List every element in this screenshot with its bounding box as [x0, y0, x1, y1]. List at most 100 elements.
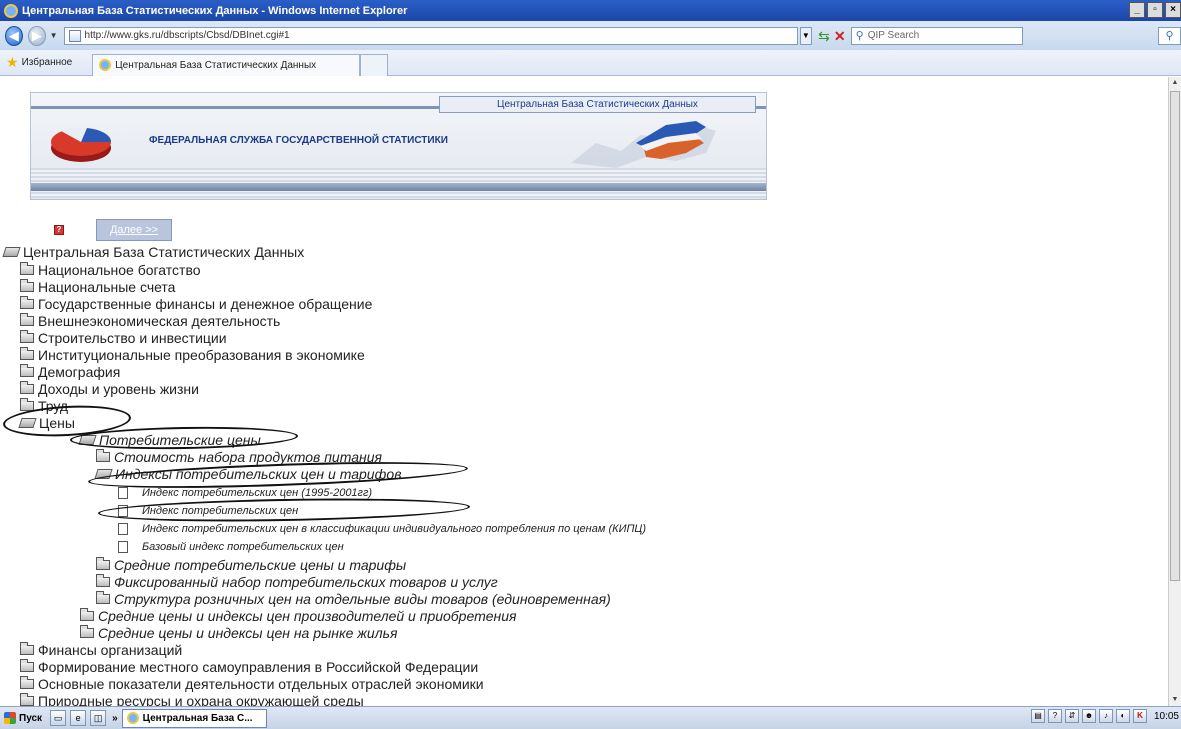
restore-icon[interactable]: ▫: [1147, 2, 1163, 18]
volume-icon[interactable]: ♪: [1098, 709, 1113, 723]
windows-taskbar: Пуск ▭ e ◫ » Центральная База С... ▤ ? ⇵…: [0, 706, 1181, 729]
url-text[interactable]: http://www.gks.ru/dbscripts/Cbsd/DBInet.…: [85, 30, 290, 41]
tree-item[interactable]: Средние потребительские цены и тарифы: [96, 556, 406, 573]
tree-item[interactable]: Индексы потребительских цен и тарифов: [94, 465, 402, 482]
quicklaunch-chevron[interactable]: »: [112, 713, 118, 724]
tree-item[interactable]: Природные ресурсы и охрана окружающей ср…: [20, 692, 364, 706]
folder-icon: [20, 380, 34, 394]
tree-root[interactable]: Центральная База Статистических Данных: [2, 243, 304, 260]
open-folder-icon: [78, 434, 97, 445]
stop-icon[interactable]: ✕: [832, 27, 848, 45]
url-input[interactable]: http://www.gks.ru/dbscripts/Cbsd/DBInet.…: [63, 26, 798, 45]
tree-item[interactable]: Труд: [20, 397, 68, 414]
help-icon[interactable]: ?: [54, 225, 64, 235]
favorites-star-icon[interactable]: ★: [6, 54, 19, 71]
taskbar-ie-window[interactable]: Центральная База С...: [121, 708, 267, 728]
tree-item-label: Базовый индекс потребительских цен: [142, 540, 344, 553]
tree-item[interactable]: Структура розничных цен на отдельные вид…: [96, 590, 611, 607]
show-desktop-icon[interactable]: ▭: [50, 710, 67, 726]
tree-item-label: Средние цены и индексы цен на рынке жиль…: [98, 624, 398, 641]
tree-item[interactable]: Цены: [18, 414, 75, 431]
tree-item[interactable]: Средние цены и индексы цен на рынке жиль…: [80, 624, 397, 641]
open-folder-icon: [94, 468, 113, 479]
refresh-icon[interactable]: ⇆: [816, 27, 832, 45]
tree-item[interactable]: Национальное богатство: [20, 261, 201, 278]
tree-item-label: Индекс потребительских цен (1995-2001гг): [142, 486, 373, 499]
address-toolbar: ◀ ▶ ▼ http://www.gks.ru/dbscripts/Cbsd/D…: [0, 21, 1181, 50]
tree-item-label: Институциональные преобразования в эконо…: [38, 346, 365, 363]
tree-item[interactable]: Потребительские цены: [78, 431, 261, 448]
tree-item[interactable]: Средние цены и индексы цен производителе…: [80, 607, 517, 624]
tree-item-label: Индексы потребительских цен и тарифов: [115, 465, 402, 482]
next-button[interactable]: Далее >>: [96, 219, 172, 241]
tree-item-label: Фиксированный набор потребительских това…: [114, 573, 498, 590]
tree-item-label: Внешнеэкономическая деятельность: [38, 312, 281, 329]
document-icon: [118, 540, 128, 553]
tab-current[interactable]: Центральная База Статистических Данных: [92, 53, 361, 76]
tree-item[interactable]: Базовый индекс потребительских цен: [118, 538, 344, 555]
messenger-icon[interactable]: ☻: [1081, 709, 1096, 723]
ie-quicklaunch-icon[interactable]: e: [70, 710, 87, 726]
banner-title: Центральная База Статистических Данных: [439, 96, 756, 113]
ie-logo-icon: [4, 3, 18, 18]
tree-item[interactable]: Индекс потребительских цен (1995-2001гг): [118, 484, 372, 501]
start-button[interactable]: Пуск: [0, 709, 46, 728]
vertical-scrollbar[interactable]: ▲ ▼: [1168, 77, 1181, 706]
tree-item[interactable]: Фиксированный набор потребительских това…: [96, 573, 498, 590]
search-go-icon[interactable]: ⚲: [1157, 26, 1181, 45]
tree-item[interactable]: Доходы и уровень жизни: [20, 380, 199, 397]
folder-icon: [20, 675, 34, 689]
forward-arrow-icon[interactable]: ▶: [27, 25, 46, 46]
scroll-thumb[interactable]: [1170, 91, 1180, 581]
back-arrow-icon[interactable]: ◀: [5, 25, 23, 46]
security-icon[interactable]: ◐: [1115, 709, 1130, 723]
tree-item[interactable]: Финансы организаций: [20, 641, 182, 658]
system-tray: ▤ ? ⇵ ☻ ♪ ◐ K 10:05: [1030, 709, 1181, 723]
tree-item[interactable]: Основные показатели деятельности отдельн…: [20, 675, 484, 692]
network-icon[interactable]: ⇵: [1064, 709, 1079, 723]
help-tray-icon[interactable]: ?: [1047, 709, 1062, 723]
scroll-up-icon[interactable]: ▲: [1169, 77, 1181, 89]
tree-item[interactable]: Институциональные преобразования в эконо…: [20, 346, 365, 363]
folder-icon: [20, 692, 34, 706]
clock: 10:05: [1153, 710, 1179, 722]
folder-icon: [20, 397, 34, 411]
printer-icon[interactable]: ▤: [1030, 709, 1045, 723]
tree-item-label: Строительство и инвестиции: [38, 329, 227, 346]
task-label: Центральная База С...: [142, 712, 253, 724]
open-folder-icon: [2, 246, 21, 257]
minimize-icon[interactable]: _: [1129, 2, 1145, 18]
scroll-down-icon[interactable]: ▼: [1169, 694, 1181, 706]
folder-icon: [96, 573, 110, 587]
tree-item-label: Средние цены и индексы цен производителе…: [98, 607, 517, 624]
tree-item-label: Труд: [38, 397, 69, 414]
tab-title: Центральная База Статистических Данных: [115, 59, 317, 71]
tree-item[interactable]: Национальные счета: [20, 278, 175, 295]
tree-item[interactable]: Стоимость набора продуктов питания: [96, 448, 382, 465]
folder-icon: [20, 363, 34, 377]
tree-item[interactable]: Демография: [20, 363, 120, 380]
tree-item-label: Потребительские цены: [99, 431, 261, 448]
window-titlebar[interactable]: Центральная База Статистических Данных -…: [0, 0, 1181, 21]
tree-item-label: Средние потребительские цены и тарифы: [114, 556, 407, 573]
folder-icon: [96, 590, 110, 604]
folder-icon: [80, 607, 94, 621]
app-quicklaunch-icon[interactable]: ◫: [90, 710, 107, 726]
page-icon: [68, 29, 81, 42]
tree-item[interactable]: Формирование местного самоуправления в Р…: [20, 658, 478, 675]
search-input[interactable]: ⚲ QIP Search: [850, 26, 1023, 45]
antivirus-k-icon[interactable]: K: [1132, 709, 1147, 723]
history-dropdown-icon[interactable]: ▼: [50, 31, 58, 40]
favorites-label[interactable]: Избранное: [22, 57, 73, 68]
document-icon: [118, 486, 128, 499]
tree-item[interactable]: Внешнеэкономическая деятельность: [20, 312, 280, 329]
new-tab-button[interactable]: [360, 53, 389, 76]
tree-item[interactable]: Строительство и инвестиции: [20, 329, 227, 346]
tree-item[interactable]: Индекс потребительских цен в классификац…: [118, 520, 646, 537]
folder-icon: [20, 329, 34, 343]
open-folder-icon: [18, 417, 37, 428]
url-dropdown-icon[interactable]: ▼: [799, 26, 813, 45]
tree-item[interactable]: Государственные финансы и денежное обращ…: [20, 295, 372, 312]
tree-item[interactable]: Индекс потребительских цен: [118, 502, 298, 519]
close-icon[interactable]: ×: [1165, 2, 1181, 18]
